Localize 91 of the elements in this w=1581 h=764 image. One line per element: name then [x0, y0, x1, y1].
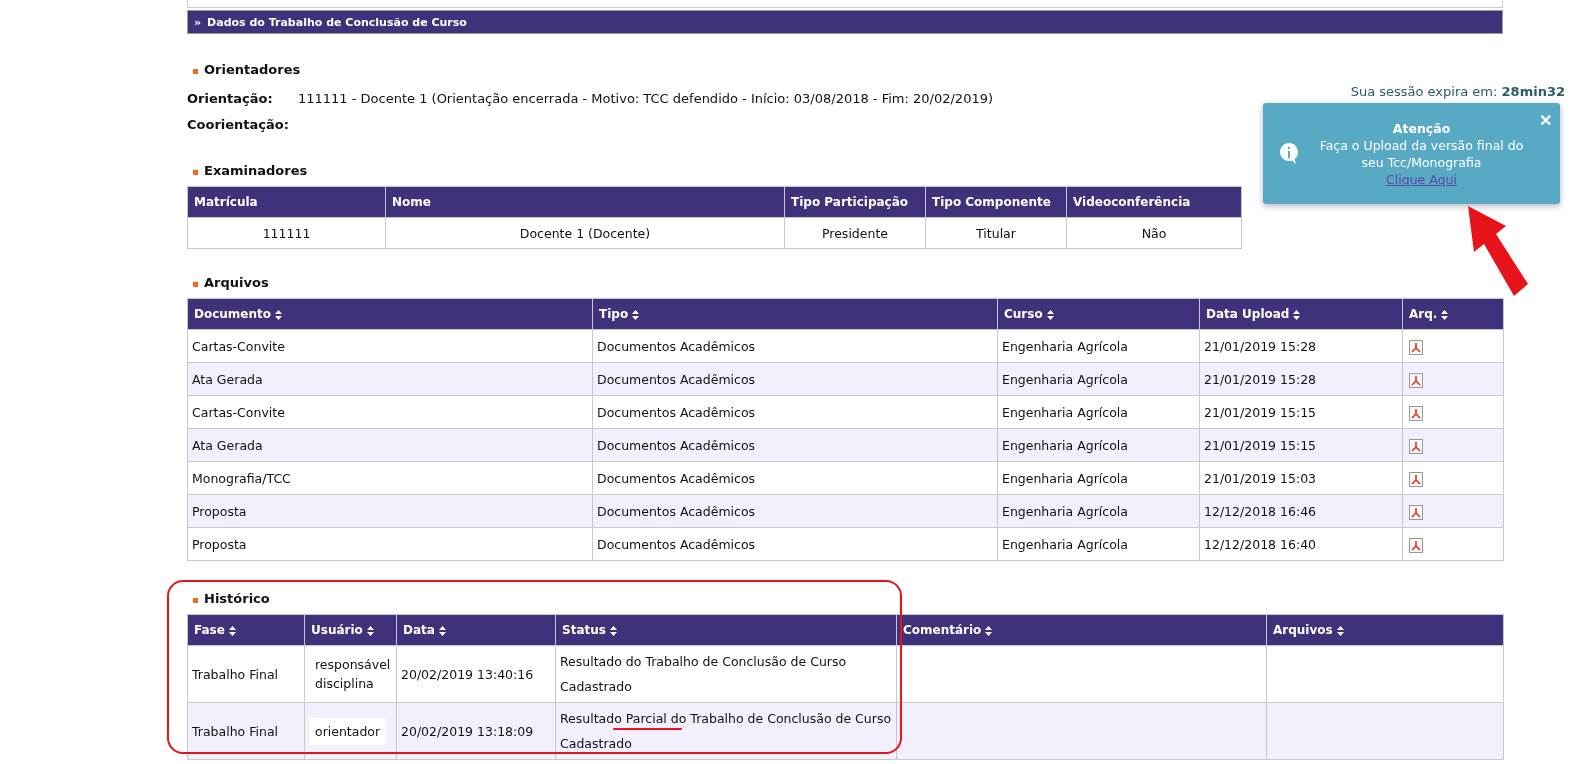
sort-icon	[1046, 309, 1054, 320]
column-header: Tipo Componente	[925, 186, 1067, 218]
bullet-icon	[193, 281, 198, 287]
table-cell: Documentos Acadêmicos	[592, 494, 998, 528]
table-cell: Documentos Acadêmicos	[592, 428, 998, 462]
pdf-icon[interactable]	[1409, 471, 1423, 487]
sort-icon	[1336, 625, 1344, 636]
table-cell: 21/01/2019 15:15	[1199, 395, 1403, 429]
sort-icon	[275, 309, 283, 320]
table-cell: 111111	[187, 217, 386, 249]
column-header[interactable]: Status	[555, 614, 897, 646]
column-header: Nome	[385, 186, 785, 218]
bullet-icon	[193, 169, 198, 175]
table-cell-text: Resultado Parcial do Trabalho de Conclusão de Curso Cadastrado	[560, 710, 892, 753]
column-header[interactable]: Arq.	[1402, 298, 1504, 330]
bullet-icon	[193, 597, 198, 603]
column-header: Matrícula	[187, 186, 386, 218]
sort-icon	[438, 625, 446, 636]
sort-icon	[1441, 309, 1449, 320]
table-cell: Cartas-Convite	[187, 395, 593, 429]
pdf-icon[interactable]	[1409, 372, 1423, 388]
table-cell: Ata Gerada	[187, 428, 593, 462]
column-header[interactable]: Data Upload	[1199, 298, 1403, 330]
table-cell: Documentos Acadêmicos	[592, 395, 998, 429]
pdf-icon[interactable]	[1409, 504, 1423, 520]
table-cell: Monografia/TCC	[187, 461, 593, 495]
column-header: Videoconferência	[1066, 186, 1242, 218]
sort-icon	[228, 625, 236, 636]
table-cell: 21/01/2019 15:15	[1199, 428, 1403, 462]
table-cell: Presidente	[784, 217, 926, 249]
table-cell: 20/02/2019 13:40:16	[396, 645, 556, 703]
sort-icon	[609, 625, 617, 636]
field-label: Orientação:	[187, 90, 274, 106]
table-cell: Engenharia Agrícola	[997, 395, 1200, 429]
section-heading: Examinadores	[204, 163, 308, 178]
sort-icon	[1293, 309, 1301, 320]
table-cell: Proposta	[187, 494, 593, 528]
table-cell: Titular	[925, 217, 1067, 249]
column-header[interactable]: Documento	[187, 298, 593, 330]
pdf-icon[interactable]	[1409, 537, 1423, 553]
column-header[interactable]: Curso	[997, 298, 1200, 330]
table-cell: Trabalho Final	[187, 645, 305, 703]
field-label: Coorientação:	[187, 116, 290, 132]
section-heading: Histórico	[204, 591, 270, 606]
pdf-icon[interactable]	[1409, 405, 1423, 421]
table-cell: Engenharia Agrícola	[997, 527, 1200, 561]
table-cell: Docente 1 (Docente)	[385, 217, 785, 249]
sort-icon	[632, 309, 640, 320]
field-value: 111111 - Docente 1 (Orientação encerrada - Motivo: TCC defendido - Início: 03/08/2018 - Fim: 20/02/2019)	[298, 90, 993, 106]
table-cell: Documentos Acadêmicos	[592, 527, 998, 561]
table-cell: 21/01/2019 15:28	[1199, 329, 1403, 363]
sort-icon	[366, 625, 374, 636]
section-heading: Arquivos	[204, 275, 269, 290]
sort-icon	[985, 625, 993, 636]
table-cell: 12/12/2018 16:40	[1199, 527, 1403, 561]
marker-glyph: »	[194, 15, 202, 29]
underline-mark	[613, 728, 682, 730]
table-cell: 20/02/2019 13:18:09	[396, 702, 556, 760]
column-header[interactable]: Comentário	[896, 614, 1267, 646]
column-header[interactable]: Data	[396, 614, 556, 646]
table-cell-text: Resultado do Trabalho de Conclusão de Curso Cadastrado	[560, 653, 848, 696]
pdf-icon[interactable]	[1409, 438, 1423, 454]
section-title: Dados do Trabalho de Conclusão de Curso	[207, 15, 467, 29]
table-cell: Engenharia Agrícola	[997, 329, 1200, 363]
section-heading: Orientadores	[204, 62, 301, 77]
table-cell: Ata Gerada	[187, 362, 593, 396]
pdf-icon[interactable]	[1409, 339, 1423, 355]
column-header[interactable]: Fase	[187, 614, 305, 646]
table-cell: Engenharia Agrícola	[997, 494, 1200, 528]
table-cell: Engenharia Agrícola	[997, 362, 1200, 396]
table-cell: Proposta	[187, 527, 593, 561]
table-cell: Engenharia Agrícola	[997, 461, 1200, 495]
table-cell: Trabalho Final	[187, 702, 305, 760]
column-header[interactable]: Arquivos	[1266, 614, 1504, 646]
table-cell: Documentos Acadêmicos	[592, 362, 998, 396]
toast-message: Faça o Upload da versão final do seu Tcc/Monografia	[1318, 136, 1525, 171]
info-icon	[1279, 142, 1299, 165]
table-cell: Documentos Acadêmicos	[592, 329, 998, 363]
column-header[interactable]: Tipo	[592, 298, 998, 330]
bullet-icon	[193, 68, 198, 74]
table-cell: Engenharia Agrícola	[997, 428, 1200, 462]
session-timer: Sua sessão expira em: 28min32	[1350, 84, 1565, 99]
column-header: Tipo Participação	[784, 186, 926, 218]
toast-title: Atenção	[1392, 119, 1451, 137]
table-cell: 12/12/2018 16:46	[1199, 494, 1403, 528]
table-cell: Cartas-Convite	[187, 329, 593, 363]
column-header[interactable]: Usuário	[304, 614, 397, 646]
table-cell: Documentos Acadêmicos	[592, 461, 998, 495]
table-cell: 21/01/2019 15:03	[1199, 461, 1403, 495]
table-cell: Não	[1066, 217, 1242, 249]
table-cell: 21/01/2019 15:28	[1199, 362, 1403, 396]
